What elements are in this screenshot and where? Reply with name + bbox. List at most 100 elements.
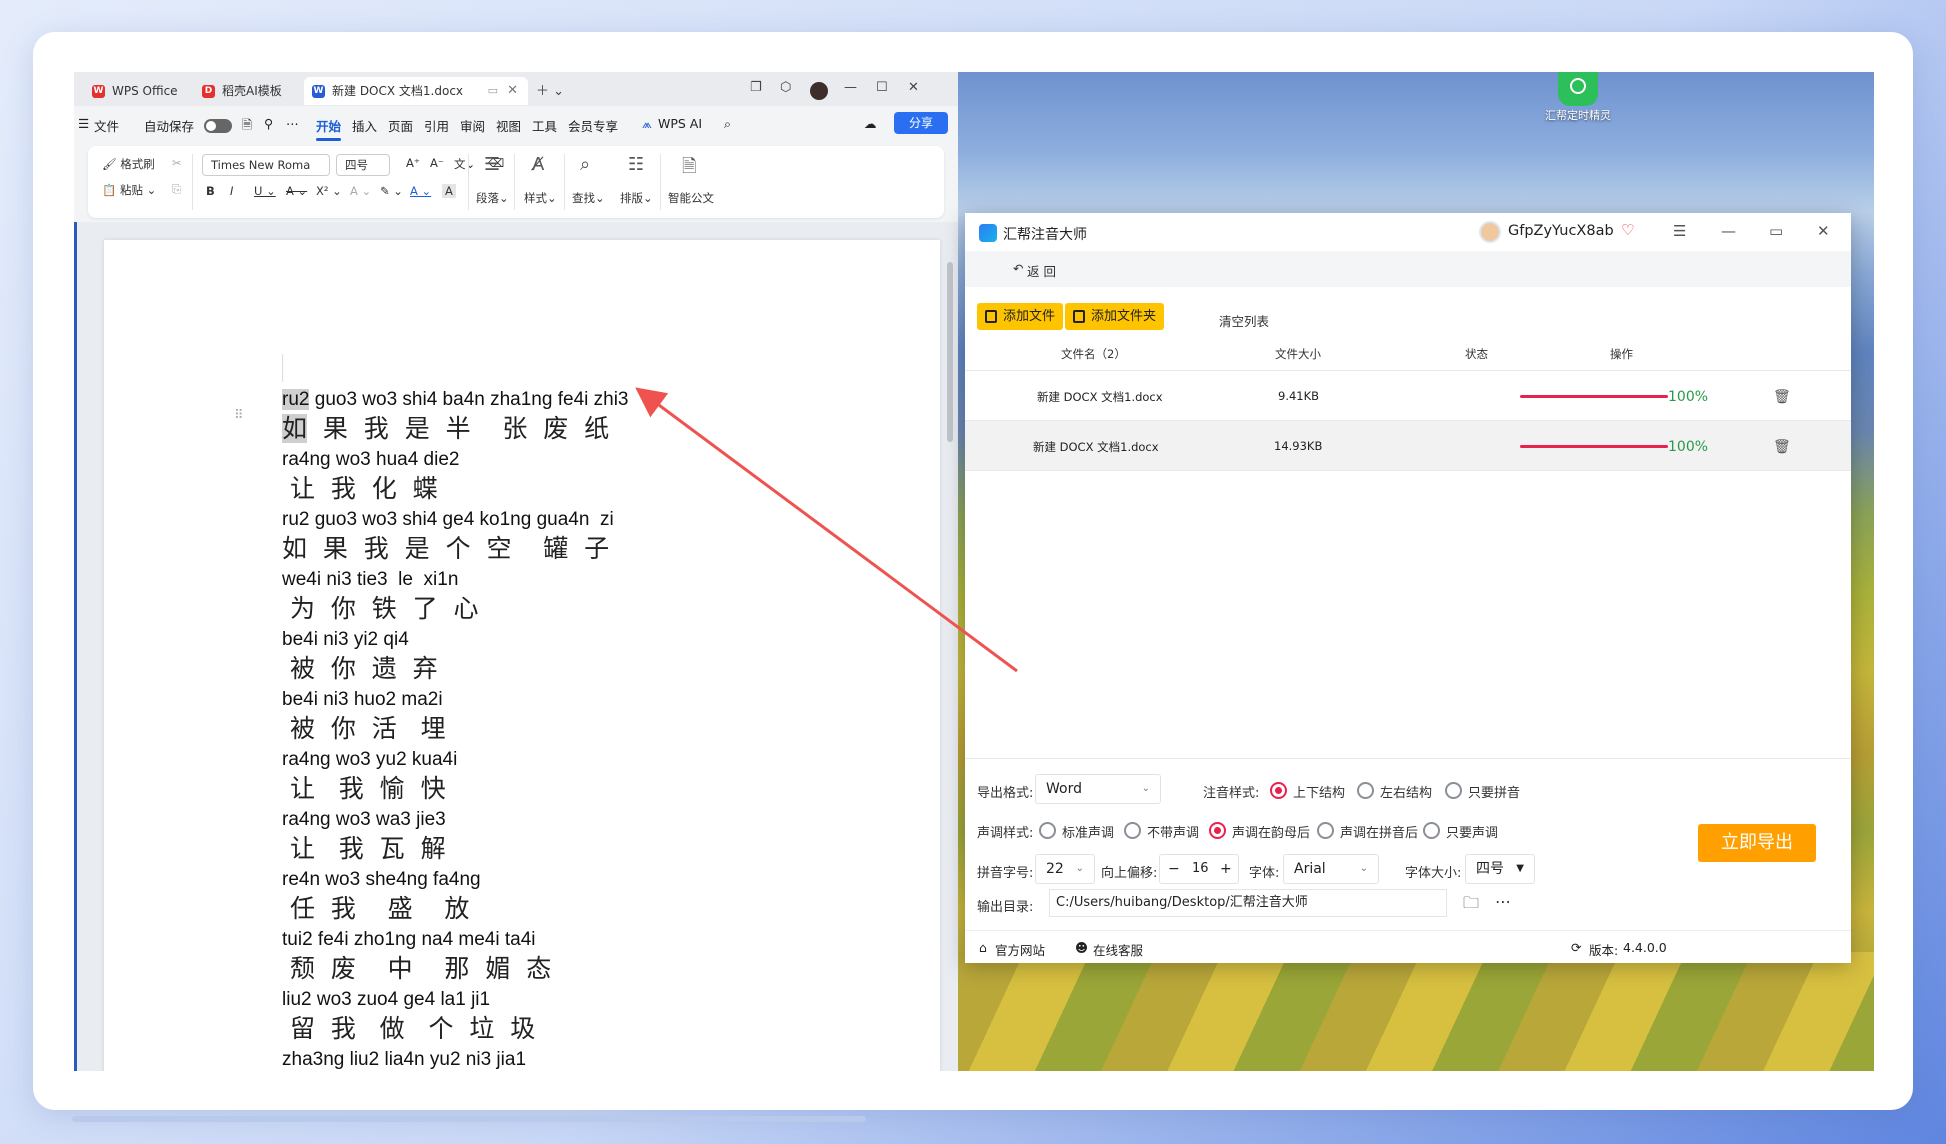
copy-icon[interactable]: ⎘ bbox=[172, 182, 181, 197]
more-icon[interactable]: ⋯ bbox=[1495, 892, 1511, 911]
autosave-toggle[interactable] bbox=[204, 119, 232, 133]
radio-tone-after-vowel[interactable] bbox=[1209, 822, 1226, 839]
menu-icon[interactable]: ☰ bbox=[1673, 222, 1686, 240]
paragraph-button[interactable]: 段落⌄ bbox=[476, 190, 509, 206]
highlight-icon[interactable]: ✎ ⌄ bbox=[380, 184, 403, 198]
add-folder-button[interactable]: 添加文件夹 bbox=[1065, 303, 1165, 330]
find-icon[interactable]: ⌕ bbox=[580, 154, 590, 175]
clear-list-button[interactable]: 清空列表 bbox=[1219, 311, 1269, 330]
menu-insert[interactable]: 插入 bbox=[352, 116, 377, 135]
char-shading-icon[interactable]: A bbox=[442, 184, 456, 198]
username[interactable]: GfpZyYucX8ab bbox=[1508, 223, 1614, 239]
document-text[interactable]: ru2 guo3 wo3 shi4 ba4n zha1ng fe4i zhi3 … bbox=[282, 388, 902, 1071]
option-standard-tone[interactable]: 标准声调 bbox=[1062, 822, 1114, 841]
offset-stepper[interactable]: − 16 + bbox=[1159, 854, 1239, 884]
format-painter-button[interactable]: 🖌 格式刷 bbox=[102, 156, 155, 172]
paragraph-icon[interactable]: ☰ bbox=[484, 154, 500, 175]
menu-home[interactable]: 开始 bbox=[316, 116, 342, 141]
text-effect-icon[interactable]: A ⌄ bbox=[350, 184, 371, 198]
styles-button[interactable]: 样式⌄ bbox=[524, 190, 557, 206]
drag-handle-icon[interactable]: ⠿ bbox=[234, 408, 244, 423]
italic-icon[interactable]: I bbox=[230, 184, 233, 198]
option-tone-after-pinyin[interactable]: 声调在拼音后 bbox=[1340, 822, 1418, 841]
layout-button[interactable]: 排版⌄ bbox=[620, 190, 653, 206]
option-tone-after-vowel[interactable]: 声调在韵母后 bbox=[1232, 822, 1310, 841]
vip-heart-icon[interactable]: ♡ bbox=[1621, 221, 1634, 239]
pinyin-size-select[interactable]: 22 ⌄ bbox=[1035, 854, 1095, 884]
restore-tabs-icon[interactable]: ❐ bbox=[750, 80, 762, 95]
option-pinyin-only[interactable]: 只要拼音 bbox=[1468, 782, 1520, 801]
user-avatar[interactable] bbox=[810, 82, 828, 100]
hamburger-icon[interactable]: ☰ bbox=[78, 116, 89, 131]
radio-tone-after-pinyin[interactable] bbox=[1317, 822, 1334, 839]
offset-minus-button[interactable]: − bbox=[1168, 855, 1180, 883]
export-format-select[interactable]: Word ⌄ bbox=[1035, 774, 1161, 804]
menu-review[interactable]: 审阅 bbox=[460, 116, 485, 135]
monitor-icon[interactable]: ▭ bbox=[488, 77, 498, 105]
offset-value[interactable]: 16 bbox=[1192, 855, 1209, 883]
save-icon[interactable]: 🗎 bbox=[242, 116, 252, 137]
table-row[interactable]: 新建 DOCX 文档1.docx 14.93KB 100% 🗑 bbox=[965, 421, 1851, 471]
menu-reference[interactable]: 引用 bbox=[424, 116, 449, 135]
scroll-thumb[interactable] bbox=[947, 262, 953, 442]
close-icon[interactable]: ✕ bbox=[1817, 222, 1830, 240]
add-file-button[interactable]: 添加文件 bbox=[977, 303, 1064, 330]
vertical-scrollbar[interactable] bbox=[946, 222, 954, 1071]
font-size-select[interactable]: 四号 bbox=[336, 154, 390, 176]
table-row[interactable]: 新建 DOCX 文档1.docx 9.41KB 100% 🗑 bbox=[965, 371, 1851, 421]
option-tone-only[interactable]: 只要声调 bbox=[1446, 822, 1498, 841]
styles-icon[interactable]: A̸ bbox=[532, 154, 544, 175]
search-icon[interactable]: ⌕ bbox=[724, 116, 731, 132]
back-arrow-icon[interactable]: ↶ bbox=[1013, 261, 1023, 276]
output-dir-input[interactable]: C:/Users/huibang/Desktop/汇帮注音大师 bbox=[1049, 889, 1447, 917]
find-button[interactable]: 查找⌄ bbox=[572, 190, 605, 206]
underline-icon[interactable]: U ⌄ bbox=[254, 184, 276, 198]
bold-icon[interactable]: B bbox=[206, 184, 215, 198]
strikethrough-icon[interactable]: A ⌄ bbox=[286, 184, 307, 198]
link-icon[interactable]: ⚲ bbox=[264, 116, 273, 131]
font-size-select[interactable]: 四号 ▼ bbox=[1465, 854, 1535, 884]
radio-standard-tone[interactable] bbox=[1039, 822, 1056, 839]
new-tab-icon[interactable]: ＋ ⌄ bbox=[536, 80, 564, 99]
menu-tools[interactable]: 工具 bbox=[532, 116, 557, 135]
more-icon[interactable]: ⋯ bbox=[286, 116, 299, 131]
smart-doc-button[interactable]: 智能公文 bbox=[668, 190, 714, 206]
menu-file[interactable]: 文件 bbox=[94, 116, 119, 135]
maximize-icon[interactable]: ▭ bbox=[1769, 222, 1783, 240]
font-shrink-icon[interactable]: A⁻ bbox=[430, 156, 444, 170]
phonetic-icon[interactable]: 文⌄ bbox=[454, 156, 475, 172]
refresh-icon[interactable]: ⟳ bbox=[1571, 940, 1581, 955]
minimize-icon[interactable]: — bbox=[844, 80, 857, 95]
scissors-icon[interactable]: ✂ bbox=[172, 156, 182, 170]
radio-pinyin-only[interactable] bbox=[1445, 782, 1462, 799]
export-now-button[interactable]: 立即导出 bbox=[1698, 824, 1816, 862]
cube-icon[interactable]: ⬡ bbox=[780, 80, 791, 95]
radio-updown[interactable] bbox=[1270, 782, 1287, 799]
font-grow-icon[interactable]: A⁺ bbox=[406, 156, 420, 170]
superscript-icon[interactable]: X² ⌄ bbox=[316, 184, 342, 198]
desktop-shortcut[interactable]: 汇帮定时精灵 bbox=[1538, 72, 1618, 123]
cloud-icon[interactable]: ☁ bbox=[864, 116, 877, 131]
maximize-icon[interactable]: ☐ bbox=[876, 80, 888, 95]
online-support-link[interactable]: 在线客服 bbox=[1093, 940, 1143, 959]
radio-no-tone[interactable] bbox=[1124, 822, 1141, 839]
tab-wps-office[interactable]: W WPS Office bbox=[84, 77, 188, 105]
menu-wps-ai[interactable]: WPS AI bbox=[658, 116, 702, 131]
option-leftright[interactable]: 左右结构 bbox=[1380, 782, 1432, 801]
minimize-icon[interactable]: — bbox=[1721, 222, 1736, 240]
menu-view[interactable]: 视图 bbox=[496, 116, 521, 135]
font-color-icon[interactable]: A ⌄ bbox=[410, 184, 431, 198]
close-tab-icon[interactable]: ✕ bbox=[507, 77, 518, 105]
radio-leftright[interactable] bbox=[1357, 782, 1374, 799]
delete-icon[interactable]: 🗑 bbox=[1773, 439, 1791, 455]
menu-member[interactable]: 会员专享 bbox=[568, 116, 618, 135]
radio-tone-only[interactable] bbox=[1423, 822, 1440, 839]
layout-icon[interactable]: ☷ bbox=[628, 154, 644, 175]
smart-doc-icon[interactable]: 🗎 bbox=[682, 154, 696, 184]
offset-plus-button[interactable]: + bbox=[1220, 855, 1232, 883]
close-icon[interactable]: ✕ bbox=[908, 80, 919, 95]
folder-open-icon[interactable]: 🗀 bbox=[1463, 892, 1479, 919]
back-button[interactable]: 返 回 bbox=[1027, 261, 1056, 280]
delete-icon[interactable]: 🗑 bbox=[1773, 389, 1791, 405]
tab-docer[interactable]: D 稻壳AI模板 bbox=[194, 77, 298, 105]
